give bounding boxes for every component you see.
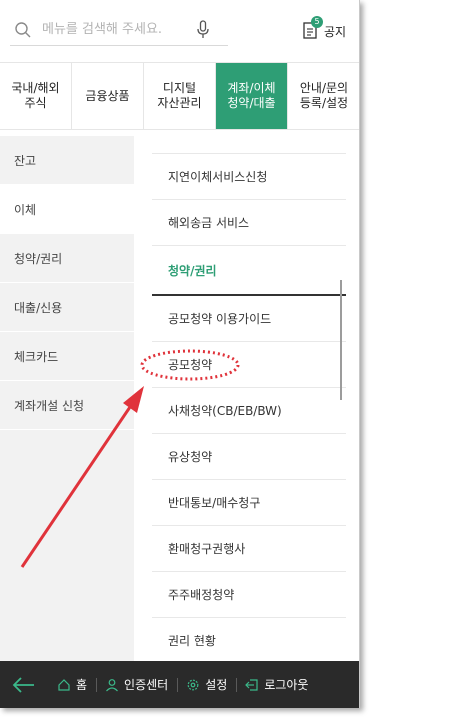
submenu-item-redemption-request[interactable]: 환매청구권행사 xyxy=(152,526,346,572)
back-button[interactable] xyxy=(0,661,48,708)
gear-icon xyxy=(187,679,199,690)
submenu-item-shareholder-allotment[interactable]: 주주배정청약 xyxy=(152,572,346,618)
auth-center-button[interactable]: 인증센터 xyxy=(96,661,177,708)
submenu-item-delayed-transfer[interactable]: 지연이체서비스신청 xyxy=(152,154,346,200)
notice-count-badge: 5 xyxy=(311,16,323,28)
search-bar: 5 공지 xyxy=(0,0,359,62)
notice-label: 공지 xyxy=(324,25,347,39)
notice-button[interactable]: 5 공지 xyxy=(302,16,354,42)
highlight-circle-annotation xyxy=(140,349,240,381)
left-item-transfer[interactable]: 이체 xyxy=(0,185,134,234)
tab-account-transfer-subscription-loan[interactable]: 계좌/이체 청약/대출 xyxy=(216,63,288,129)
left-item-loan-credit[interactable]: 대출/신용 xyxy=(0,283,134,332)
home-icon xyxy=(58,678,70,691)
left-item-check-card[interactable]: 체크카드 xyxy=(0,332,134,381)
bottom-navigation-bar: 홈 인증센터 설정 로그아웃 xyxy=(0,661,359,708)
submenu-item-rights-status[interactable]: 권리 현황 xyxy=(152,618,346,661)
home-label: 홈 xyxy=(76,678,88,692)
submenu-item-ipo-guide[interactable]: 공모청약 이용가이드 xyxy=(152,296,346,342)
left-item-account-opening[interactable]: 계좌개설 신청 xyxy=(0,381,134,430)
submenu-item-dissent-purchase-request[interactable]: 반대통보/매수청구 xyxy=(152,480,346,526)
search-icon xyxy=(15,22,31,38)
submenu-section-subscription-rights: 청약/권리 xyxy=(152,246,346,296)
logout-button[interactable]: 로그아웃 xyxy=(236,661,317,708)
back-arrow-icon xyxy=(12,676,34,693)
category-tabs: 국내/해외 주식 금융상품 디지털 자산관리 계좌/이체 청약/대출 안내/문의… xyxy=(0,62,359,130)
microphone-icon[interactable] xyxy=(196,20,210,40)
submenu-item-cutoff xyxy=(152,130,346,154)
right-submenu-list: 지연이체서비스신청 해외송금 서비스 청약/권리 공모청약 이용가이드 공모청약… xyxy=(134,130,359,661)
logout-icon xyxy=(245,678,258,691)
logout-label: 로그아웃 xyxy=(264,678,309,692)
settings-button[interactable]: 설정 xyxy=(177,661,236,708)
person-icon xyxy=(106,678,118,691)
phone-screen: 5 공지 국내/해외 주식 금융상품 디지털 자산관리 계좌/이체 청약/대출 … xyxy=(0,0,360,708)
search-input[interactable] xyxy=(42,18,192,40)
search-field[interactable] xyxy=(10,12,228,46)
tab-financial-products[interactable]: 금융상품 xyxy=(72,63,144,129)
tab-digital-asset-management[interactable]: 디지털 자산관리 xyxy=(144,63,216,129)
left-category-list: 잔고 이체 청약/권리 대출/신용 체크카드 계좌개설 신청 xyxy=(0,136,134,661)
tab-guide-inquiry-settings[interactable]: 안내/문의 등록/설정 xyxy=(288,63,359,129)
settings-label: 설정 xyxy=(205,678,228,692)
home-button[interactable]: 홈 xyxy=(48,661,96,708)
left-item-balance[interactable]: 잔고 xyxy=(0,136,134,185)
tab-domestic-overseas-stocks[interactable]: 국내/해외 주식 xyxy=(0,63,72,129)
submenu-item-rights-offering[interactable]: 유상청약 xyxy=(152,434,346,480)
submenu-item-bond-subscription[interactable]: 사채청약(CB/EB/BW) xyxy=(152,388,346,434)
submenu-item-overseas-remittance[interactable]: 해외송금 서비스 xyxy=(152,200,346,246)
left-item-subscription-rights[interactable]: 청약/권리 xyxy=(0,234,134,283)
auth-center-label: 인증센터 xyxy=(124,678,169,692)
scrollbar-thumb[interactable] xyxy=(340,280,342,400)
